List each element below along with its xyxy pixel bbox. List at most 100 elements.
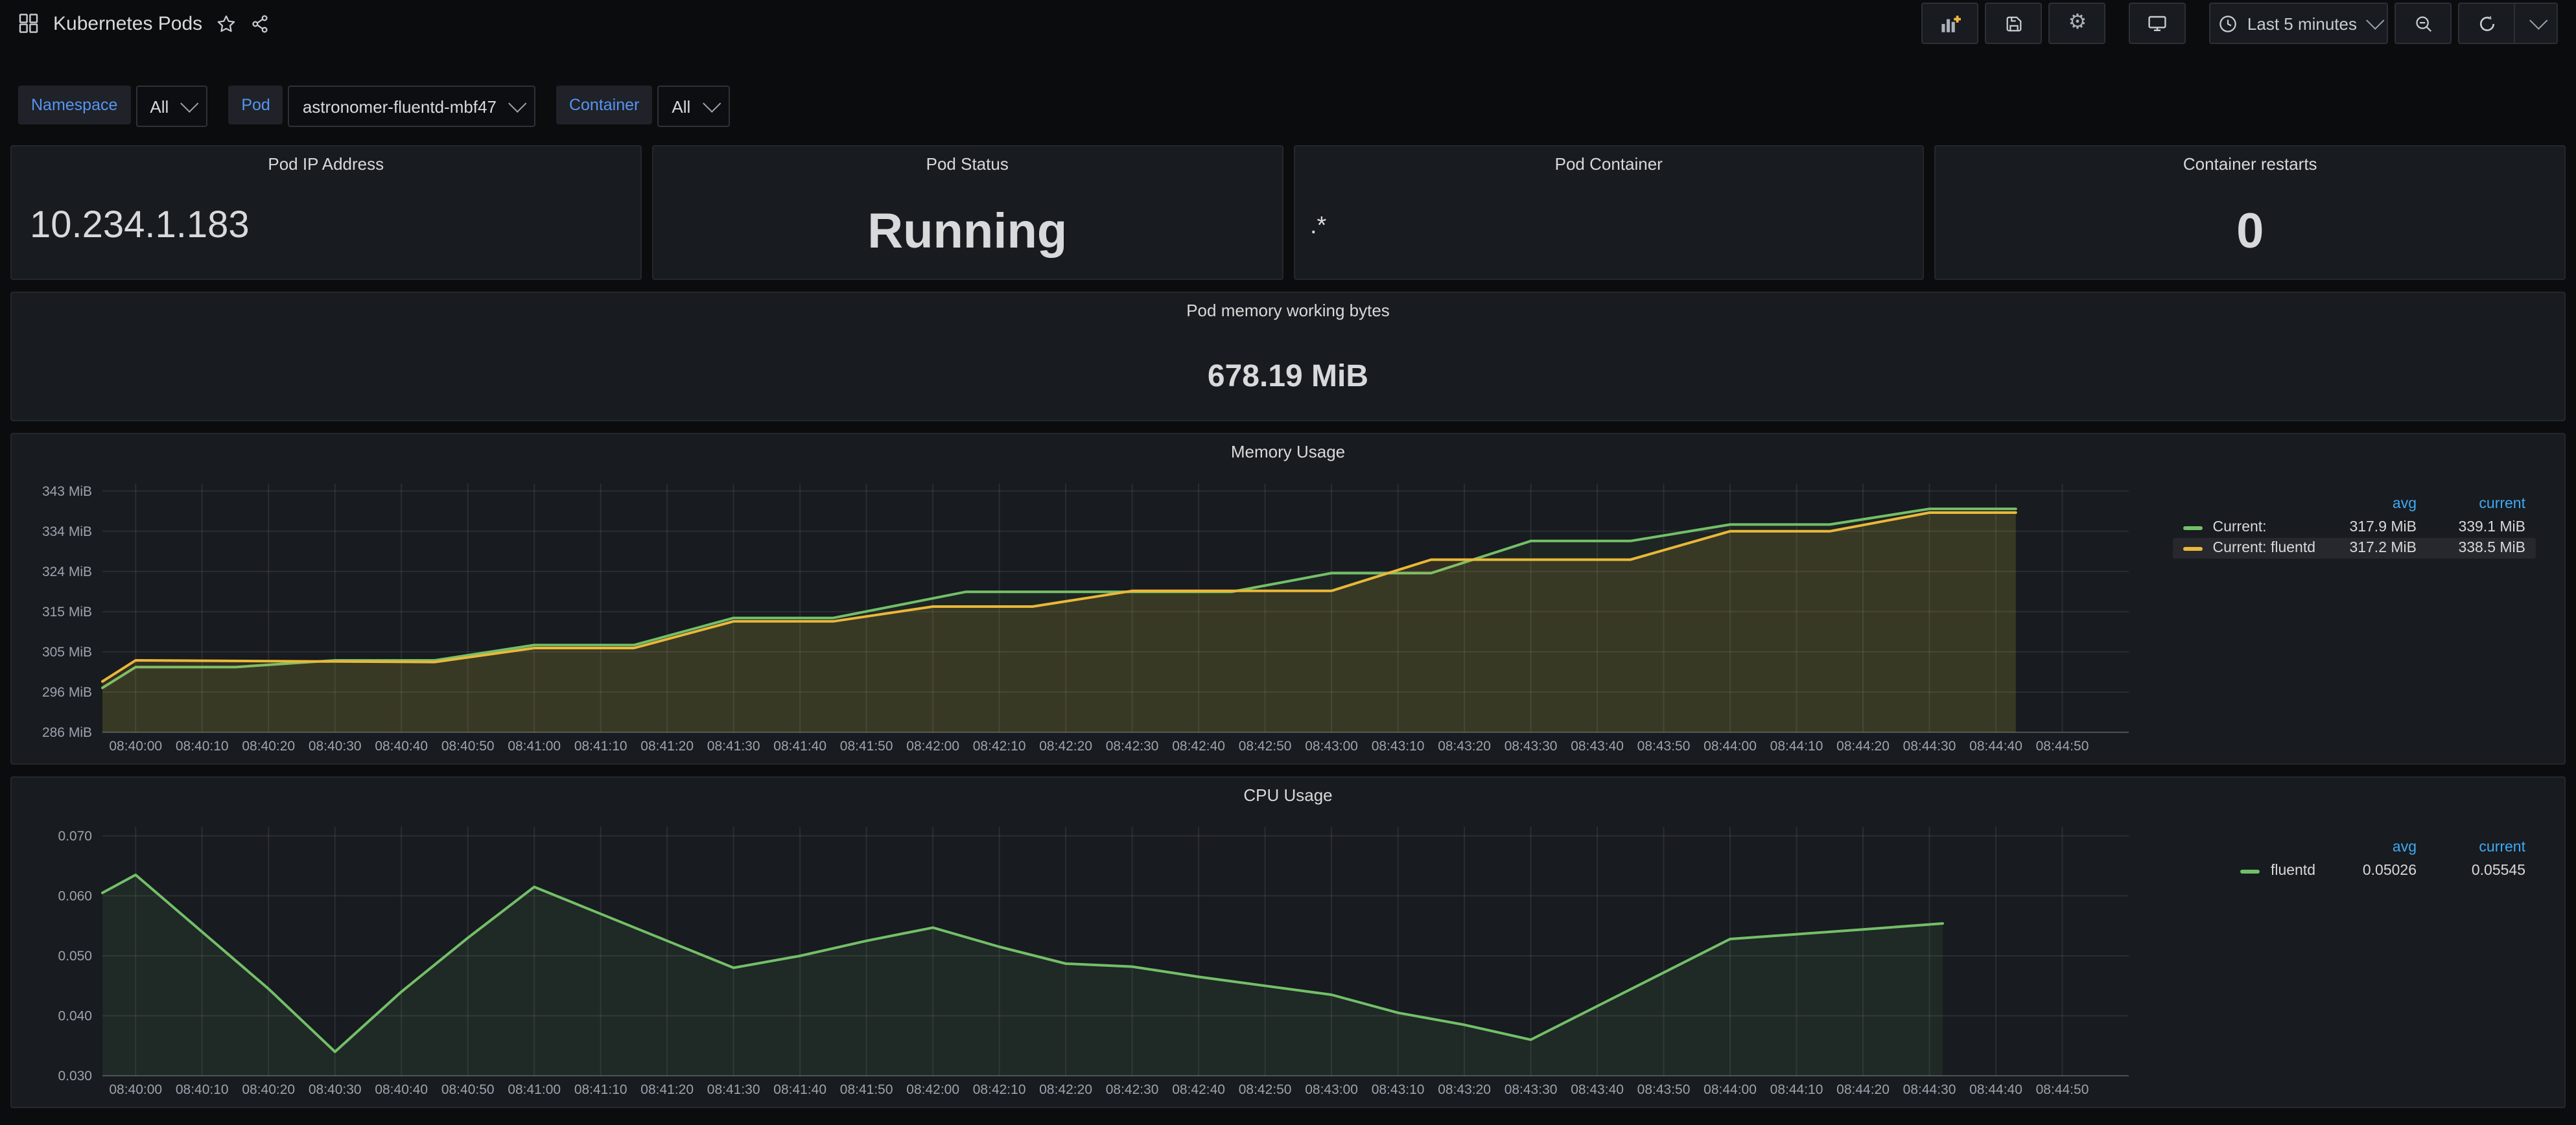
variable-pod-select[interactable]: astronomer-fluentd-mbf47 — [288, 86, 535, 127]
cycle-view-mode-button[interactable] — [2129, 3, 2186, 44]
x-tick-label: 08:42:10 — [973, 1082, 1026, 1097]
panel-container-restarts: Container restarts 0 — [1935, 145, 2566, 280]
y-tick-label: 315 MiB — [42, 605, 92, 620]
dashboard-settings-button[interactable]: ⚙ — [2049, 3, 2106, 44]
x-tick-label: 08:44:30 — [1903, 739, 1956, 754]
tv-icon — [2148, 13, 2168, 34]
variable-container: Container All — [556, 86, 729, 127]
legend-series-name: Current: — [2212, 520, 2266, 535]
x-tick-label: 08:43:00 — [1305, 739, 1358, 754]
y-tick-label: 324 MiB — [42, 564, 92, 579]
chevron-down-icon — [2366, 12, 2384, 30]
y-tick-label: 0.070 — [58, 829, 92, 844]
x-tick-label: 08:41:40 — [773, 1082, 826, 1097]
series-fill — [102, 513, 2016, 732]
variable-container-label: Container — [556, 86, 652, 124]
time-series-canvas[interactable]: 08:40:0008:40:1008:40:2008:40:3008:40:40… — [19, 814, 2557, 1102]
refresh-split-button — [2458, 3, 2558, 44]
legend-series-toggle[interactable]: fluentd — [2241, 863, 2315, 879]
chevron-down-icon — [180, 95, 198, 113]
variable-namespace-select[interactable]: All — [135, 86, 207, 127]
x-tick-label: 08:41:20 — [640, 1082, 694, 1097]
star-icon[interactable] — [217, 14, 236, 33]
stat-value-pod-container: .* — [1294, 213, 1326, 238]
x-tick-label: 08:42:50 — [1239, 739, 1292, 754]
stat-row: Pod IP Address 10.234.1.183 Pod Status R… — [10, 145, 2566, 280]
x-tick-label: 08:41:20 — [640, 739, 694, 754]
navbar: Kubernetes Pods — [0, 0, 2576, 47]
x-tick-label: 08:44:30 — [1903, 1082, 1956, 1097]
x-tick-label: 08:42:40 — [1172, 1082, 1225, 1097]
stat-value-pod-memory: 678.19 MiB — [1208, 346, 1368, 393]
legend-column-avg[interactable]: avg — [2315, 840, 2417, 855]
stat-value-pod-status: Running — [867, 194, 1067, 257]
y-tick-label: 343 MiB — [42, 484, 92, 499]
apps-grid-icon[interactable] — [18, 13, 39, 34]
memory-usage-legend: avgcurrentCurrent:317.9 MiB339.1 MiBCurr… — [2172, 494, 2536, 559]
legend-series-name: Current: fluentd — [2212, 540, 2315, 556]
legend-column-current[interactable]: current — [2417, 840, 2525, 855]
panel-title[interactable]: Pod IP Address — [12, 146, 640, 180]
panel-cpu-usage: CPU Usage 08:40:0008:40:1008:40:2008:40:… — [10, 776, 2566, 1108]
x-tick-label: 08:42:30 — [1106, 1082, 1159, 1097]
x-tick-label: 08:40:40 — [375, 739, 428, 754]
add-panel-button[interactable] — [1922, 3, 1979, 44]
panel-pod-ip-address: Pod IP Address 10.234.1.183 — [10, 145, 642, 280]
x-tick-label: 08:40:00 — [109, 739, 162, 754]
y-tick-label: 0.050 — [58, 949, 92, 964]
time-range-picker[interactable]: Last 5 minutes — [2210, 3, 2388, 44]
x-tick-label: 08:40:20 — [242, 1082, 295, 1097]
refresh-interval-dropdown[interactable] — [2514, 3, 2558, 44]
stat-value-container-restarts: 0 — [2236, 194, 2264, 257]
panel-title[interactable]: Pod Status — [653, 146, 1282, 180]
panel-title[interactable]: CPU Usage — [12, 778, 2564, 811]
stat-value-pod-ip: 10.234.1.183 — [12, 207, 250, 244]
y-tick-label: 0.030 — [58, 1069, 92, 1084]
x-tick-label: 08:40:10 — [176, 1082, 229, 1097]
zoom-out-button[interactable] — [2395, 3, 2452, 44]
panel-title[interactable]: Pod Container — [1294, 146, 1923, 180]
panel-title[interactable]: Container restarts — [1936, 146, 2565, 180]
legend-column-current[interactable]: current — [2417, 496, 2525, 512]
save-dashboard-button[interactable] — [1985, 3, 2043, 44]
x-tick-label: 08:41:50 — [840, 1082, 893, 1097]
share-icon[interactable] — [250, 14, 270, 33]
series-color-dash-icon — [2241, 869, 2260, 873]
variable-namespace-label: Namespace — [18, 86, 130, 124]
panel-title[interactable]: Memory Usage — [12, 434, 2564, 468]
x-tick-label: 08:42:00 — [906, 1082, 959, 1097]
y-tick-label: 286 MiB — [42, 725, 92, 740]
add-panel-icon — [1939, 12, 1961, 34]
gear-icon: ⚙ — [2068, 13, 2087, 34]
chevron-down-icon — [702, 95, 720, 113]
legend-current-value: 0.05545 — [2417, 863, 2525, 879]
legend-column-avg[interactable]: avg — [2315, 496, 2417, 512]
legend-series-toggle[interactable]: Current: — [2183, 520, 2315, 535]
x-tick-label: 08:44:20 — [1836, 739, 1890, 754]
variable-pod-value: astronomer-fluentd-mbf47 — [303, 97, 497, 116]
x-tick-label: 08:40:50 — [441, 1082, 495, 1097]
legend-series-toggle[interactable]: Current: fluentd — [2183, 540, 2315, 556]
legend-series-name: fluentd — [2271, 863, 2315, 879]
panel-title[interactable]: Pod memory working bytes — [12, 293, 2564, 327]
y-tick-label: 305 MiB — [42, 645, 92, 660]
variable-container-select[interactable]: All — [657, 86, 729, 127]
x-tick-label: 08:42:00 — [906, 739, 959, 754]
x-tick-label: 08:41:00 — [508, 1082, 561, 1097]
refresh-button[interactable] — [2458, 3, 2514, 44]
panel-pod-memory-working-bytes: Pod memory working bytes 678.19 MiB — [10, 292, 2566, 421]
x-tick-label: 08:44:20 — [1836, 1082, 1890, 1097]
y-tick-label: 296 MiB — [42, 685, 92, 700]
dashboard-title[interactable]: Kubernetes Pods — [53, 12, 202, 34]
x-tick-label: 08:41:10 — [574, 739, 627, 754]
series-color-dash-icon — [2183, 526, 2202, 529]
series-fill — [102, 875, 1943, 1076]
cpu-usage-legend: avgcurrentfluentd0.050260.05545 — [2231, 837, 2536, 881]
chevron-down-icon — [508, 95, 526, 113]
x-tick-label: 08:43:40 — [1571, 739, 1624, 754]
x-tick-label: 08:41:30 — [707, 1082, 760, 1097]
cpu-usage-plot-area[interactable]: 08:40:0008:40:1008:40:2008:40:3008:40:40… — [19, 814, 2557, 1102]
zoom-out-icon — [2413, 14, 2433, 33]
x-tick-label: 08:43:50 — [1637, 1082, 1691, 1097]
legend-series-row: Current:317.9 MiB339.1 MiB — [2172, 517, 2536, 538]
